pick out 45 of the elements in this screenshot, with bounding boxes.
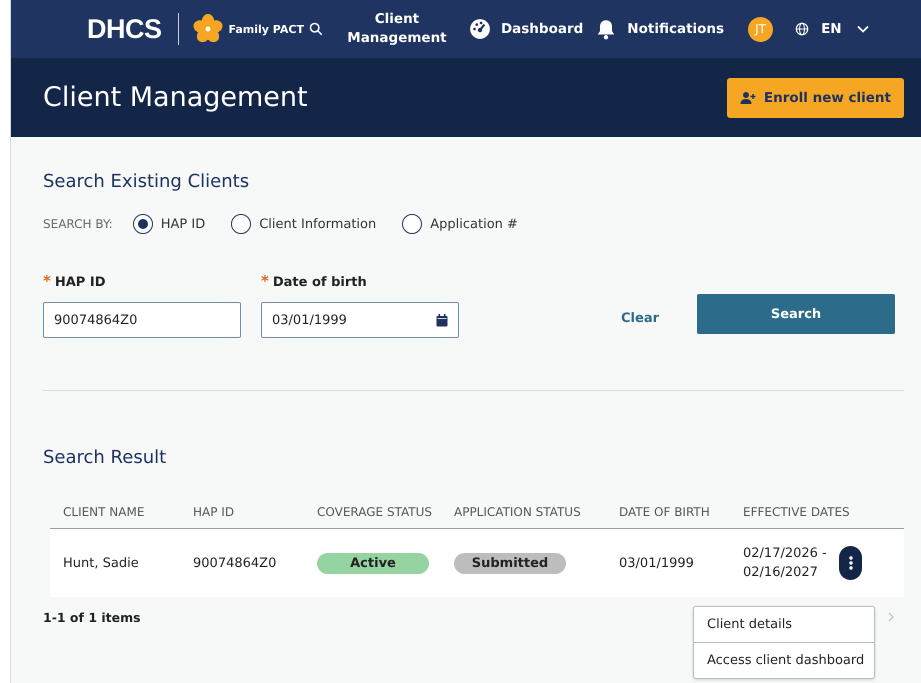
enroll-button[interactable]: Enroll new client xyxy=(726,78,904,118)
required-mark: * xyxy=(43,272,51,290)
table-cell-text: 90074864Z0 xyxy=(193,556,278,570)
column-header: DATE OF BIRTH xyxy=(619,505,711,519)
program-name: Family PACT xyxy=(228,22,304,36)
clear-button[interactable]: Clear xyxy=(613,298,667,338)
column-header: EFFECTIVE DATES xyxy=(743,505,851,519)
search-by-label: SEARCH BY: xyxy=(43,217,113,231)
table-cell-text: 03/01/1999 xyxy=(619,556,695,570)
section-title: Search Result xyxy=(43,447,168,468)
globe-icon xyxy=(795,22,810,36)
nav-link[interactable]: Dashboard xyxy=(500,21,584,37)
column-header: COVERAGE STATUS xyxy=(317,505,433,519)
search-icon xyxy=(308,22,323,36)
page-title: Client Management xyxy=(43,82,308,113)
required-mark: * xyxy=(261,272,269,290)
table-cell-text: Hunt, Sadie xyxy=(63,556,140,570)
column-header: HAP ID xyxy=(193,505,236,519)
table-cell-text: 02/17/2026 - 02/16/2027 xyxy=(743,545,827,582)
menu-item[interactable]: Access client dashboard xyxy=(694,642,874,678)
status-badge: Submitted xyxy=(454,552,566,574)
radio-option[interactable]: Client Information xyxy=(231,214,376,234)
field-label: HAP ID xyxy=(54,275,106,290)
pagination-count: 1-1 of 1 items xyxy=(43,610,141,624)
search-button[interactable]: Search xyxy=(697,294,895,334)
field-label: Date of birth xyxy=(272,275,367,290)
menu-item[interactable]: Client details xyxy=(694,607,874,642)
section-title: Search Existing Clients xyxy=(43,171,250,192)
radio-option[interactable]: HAP ID xyxy=(132,214,206,234)
more-options-button[interactable] xyxy=(839,546,862,580)
column-header: CLIENT NAME xyxy=(63,505,146,519)
nav-link[interactable]: Notifications xyxy=(627,21,724,37)
calendar-icon xyxy=(436,314,448,326)
input-field[interactable]: 90074864Z0 xyxy=(43,302,241,338)
status-badge: Active xyxy=(317,552,429,574)
add-person-icon xyxy=(740,90,756,104)
more-icon xyxy=(848,556,852,570)
input-field[interactable]: 03/01/1999 xyxy=(261,302,459,338)
language-selector[interactable]: EN xyxy=(821,21,842,37)
column-header: APPLICATION STATUS xyxy=(454,505,582,519)
dashboard-icon xyxy=(468,18,491,40)
flower-icon xyxy=(192,14,223,44)
radio-option[interactable]: Application # xyxy=(402,214,518,234)
logo[interactable]: DHCS xyxy=(87,14,162,44)
nav-link[interactable]: Client Management xyxy=(346,10,447,48)
